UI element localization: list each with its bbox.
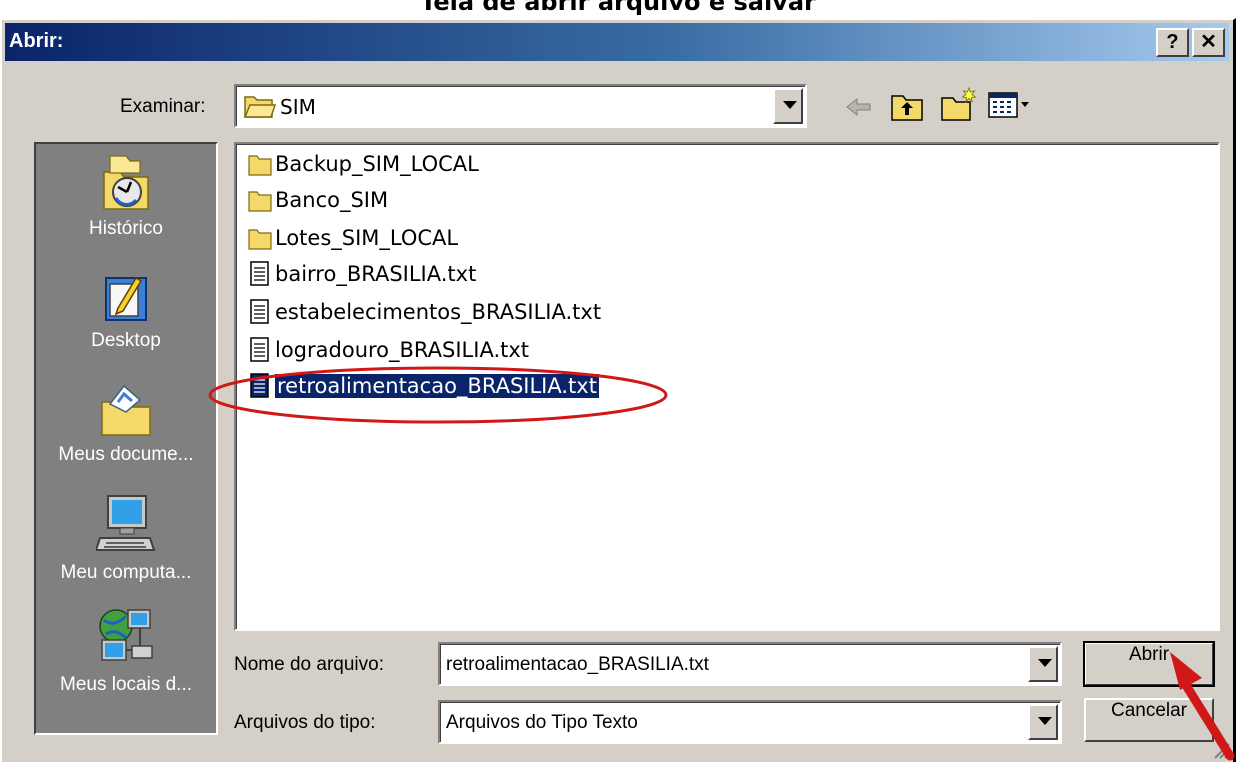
place-label: Meus docume... bbox=[58, 444, 194, 465]
help-button[interactable]: ? bbox=[1156, 28, 1189, 57]
folder-icon bbox=[248, 229, 272, 250]
list-item[interactable]: Banco_SIM bbox=[248, 184, 388, 216]
look-in-value: SIM bbox=[280, 95, 316, 119]
list-item[interactable]: bairro_BRASILIA.txt bbox=[248, 258, 476, 290]
new-folder-icon[interactable] bbox=[940, 86, 978, 122]
place-my-documents[interactable]: Meus docume... bbox=[36, 380, 216, 466]
page-heading: Tela de abrir arquivo e salvar bbox=[420, 0, 816, 16]
list-item[interactable]: estabelecimentos_BRASILIA.txt bbox=[248, 296, 601, 328]
place-label: Histórico bbox=[89, 218, 163, 239]
list-item[interactable]: Backup_SIM_LOCAL bbox=[248, 148, 479, 180]
look-in-combo[interactable]: SIM bbox=[234, 84, 807, 128]
title-bar[interactable]: Abrir: ? ✕ bbox=[5, 23, 1229, 61]
network-places-icon bbox=[99, 609, 153, 661]
place-my-computer[interactable]: Meu computa... bbox=[36, 494, 216, 584]
open-dialog: Abrir: ? ✕ Examinar: SIM Histórico Deskt… bbox=[0, 18, 1236, 762]
close-button[interactable]: ✕ bbox=[1192, 28, 1225, 57]
place-label: Desktop bbox=[91, 330, 161, 351]
text-file-icon bbox=[250, 261, 269, 286]
filename-combo[interactable]: retroalimentacao_BRASILIA.txt bbox=[438, 642, 1062, 686]
filetype-value: Arquivos do Tipo Texto bbox=[446, 712, 638, 733]
my-documents-icon bbox=[101, 384, 151, 436]
look-in-dropdown-arrow[interactable] bbox=[773, 88, 803, 124]
filename-value: retroalimentacao_BRASILIA.txt bbox=[446, 654, 709, 675]
dialog-title: Abrir: bbox=[9, 30, 64, 52]
place-history[interactable]: Histórico bbox=[36, 152, 216, 240]
place-label: Meu computa... bbox=[60, 562, 192, 583]
filetype-dropdown-arrow[interactable] bbox=[1028, 704, 1058, 740]
desktop-icon bbox=[105, 276, 147, 321]
annotation-arrow bbox=[1170, 652, 1235, 761]
folder-icon bbox=[248, 155, 272, 176]
place-network[interactable]: Meus locais d... bbox=[36, 606, 216, 696]
folder-open-icon bbox=[244, 96, 276, 118]
highlight-ellipse bbox=[208, 366, 668, 424]
places-bar: Histórico Desktop Meus docume... Meu com… bbox=[34, 142, 218, 735]
look-in-label: Examinar: bbox=[120, 96, 206, 117]
my-computer-icon bbox=[96, 495, 156, 551]
back-arrow-icon[interactable] bbox=[844, 94, 874, 120]
filename-label: Nome do arquivo: bbox=[234, 654, 384, 675]
filetype-label: Arquivos do tipo: bbox=[234, 712, 376, 733]
view-menu-icon[interactable] bbox=[988, 90, 1032, 120]
place-label: Meus locais d... bbox=[60, 674, 192, 695]
text-file-icon bbox=[250, 299, 269, 324]
filename-dropdown-arrow[interactable] bbox=[1028, 646, 1058, 682]
folder-icon bbox=[248, 191, 272, 212]
list-item[interactable]: Lotes_SIM_LOCAL bbox=[248, 222, 458, 254]
place-desktop[interactable]: Desktop bbox=[36, 268, 216, 352]
history-icon bbox=[103, 155, 149, 210]
up-folder-icon[interactable] bbox=[890, 90, 924, 122]
filetype-combo[interactable]: Arquivos do Tipo Texto bbox=[438, 700, 1062, 744]
